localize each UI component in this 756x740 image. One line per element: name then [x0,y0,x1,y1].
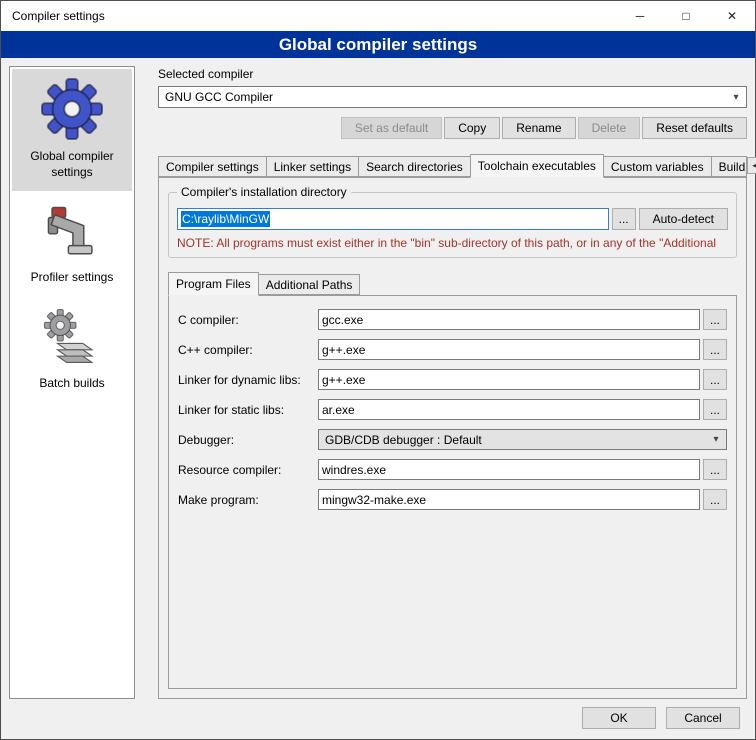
banner-title: Global compiler settings [279,35,477,55]
dialog-footer: OK Cancel [1,707,755,739]
installation-directory-row: C:\raylib\MinGW ... Auto-detect [177,208,728,230]
debugger-select-value: GDB/CDB debugger : Default [325,433,708,447]
static-linker-browse-button[interactable]: ... [703,399,727,420]
dynamic-linker-label: Linker for dynamic libs: [178,373,318,387]
form-row: Resource compiler: windres.exe ... [178,459,727,480]
compiler-select[interactable]: GNU GCC Compiler ▾ [158,86,747,108]
installation-directory-group-title: Compiler's installation directory [177,185,351,199]
resource-compiler-browse-button[interactable]: ... [703,459,727,480]
tab-additional-paths[interactable]: Additional Paths [258,274,361,295]
dynamic-linker-value: g++.exe [322,373,365,387]
tab-toolchain-executables[interactable]: Toolchain executables [470,154,604,178]
reset-defaults-button[interactable]: Reset defaults [642,117,747,139]
browse-directory-button[interactable]: ... [612,208,636,230]
form-row: Linker for static libs: ar.exe ... [178,399,727,420]
dynamic-linker-browse-button[interactable]: ... [703,369,727,390]
sidebar-item-profiler-settings[interactable]: Profiler settings [12,194,132,297]
close-button[interactable]: ✕ [709,1,755,31]
compiler-actions: Set as default Copy Rename Delete Reset … [158,117,747,139]
settings-category-list: Global compiler settings Profiler settin… [9,66,135,699]
window-controls: ─ □ ✕ [617,1,755,31]
c-compiler-browse-button[interactable]: ... [703,309,727,330]
arrow-left-icon: ◄ [751,161,756,170]
tab-scroll-left-button[interactable]: ◄ [747,157,756,174]
resource-compiler-label: Resource compiler: [178,463,318,477]
maximize-icon: □ [682,9,689,23]
sidebar-item-global-compiler-settings[interactable]: Global compiler settings [12,69,132,191]
profiler-icon [43,203,101,261]
toolchain-executables-pane: Compiler's installation directory C:\ray… [158,177,747,699]
cpp-compiler-browse-button[interactable]: ... [703,339,727,360]
cpp-compiler-label: C++ compiler: [178,343,318,357]
programs-tabbar: Program Files Additional Paths [168,272,737,295]
tab-custom-variables[interactable]: Custom variables [603,156,712,177]
tab-build-options[interactable]: Build [711,156,747,177]
auto-detect-button[interactable]: Auto-detect [639,208,728,230]
minimize-icon: ─ [636,9,645,23]
c-compiler-input[interactable]: gcc.exe [318,309,700,330]
chevron-down-icon: ▾ [708,434,724,445]
minimize-button[interactable]: ─ [617,1,663,31]
static-linker-label: Linker for static libs: [178,403,318,417]
ok-button[interactable]: OK [582,707,656,729]
chevron-down-icon: ▾ [728,92,744,103]
form-row: Debugger: GDB/CDB debugger : Default ▾ [178,429,727,450]
installation-directory-value: C:\raylib\MinGW [181,211,270,227]
tab-scroll-controls: ◄ ► [747,157,756,174]
make-program-label: Make program: [178,493,318,507]
set-as-default-button[interactable]: Set as default [341,117,442,139]
cancel-button[interactable]: Cancel [666,707,740,729]
program-files-pane: C compiler: gcc.exe ... C++ compiler: g+… [168,295,737,689]
maximize-button[interactable]: □ [663,1,709,31]
static-linker-input[interactable]: ar.exe [318,399,700,420]
installation-note: NOTE: All programs must exist either in … [177,236,728,250]
compiler-settings-dialog: Compiler settings ─ □ ✕ Global compiler … [0,0,756,740]
window-title: Compiler settings [1,9,105,23]
installation-directory-input[interactable]: C:\raylib\MinGW [177,208,609,230]
make-program-browse-button[interactable]: ... [703,489,727,510]
resource-compiler-input[interactable]: windres.exe [318,459,700,480]
selected-compiler-label: Selected compiler [158,67,747,81]
tab-program-files[interactable]: Program Files [168,272,259,296]
batch-builds-icon [43,309,101,367]
delete-button[interactable]: Delete [578,117,641,139]
dynamic-linker-input[interactable]: g++.exe [318,369,700,390]
cpp-compiler-input[interactable]: g++.exe [318,339,700,360]
compiler-select-value: GNU GCC Compiler [165,90,728,104]
make-program-value: mingw32-make.exe [322,493,426,507]
debugger-select[interactable]: GDB/CDB debugger : Default ▾ [318,429,727,450]
form-row: C++ compiler: g++.exe ... [178,339,727,360]
dialog-banner: Global compiler settings [1,31,755,58]
close-icon: ✕ [727,9,737,23]
tab-search-directories[interactable]: Search directories [358,156,471,177]
sidebar-item-label: Global compiler settings [14,149,130,180]
c-compiler-label: C compiler: [178,313,318,327]
make-program-input[interactable]: mingw32-make.exe [318,489,700,510]
form-row: Make program: mingw32-make.exe ... [178,489,727,510]
tab-compiler-settings[interactable]: Compiler settings [158,156,267,177]
form-row: C compiler: gcc.exe ... [178,309,727,330]
rename-button[interactable]: Rename [502,117,575,139]
sidebar-item-batch-builds[interactable]: Batch builds [12,300,132,403]
copy-button[interactable]: Copy [444,117,500,139]
sidebar-item-label: Batch builds [39,376,104,392]
sidebar-item-label: Profiler settings [31,270,114,286]
static-linker-value: ar.exe [322,403,355,417]
settings-tabbar: Compiler settings Linker settings Search… [158,154,747,177]
resource-compiler-value: windres.exe [322,463,386,477]
installation-directory-group: Compiler's installation directory C:\ray… [168,192,737,258]
debugger-label: Debugger: [178,433,318,447]
gear-icon [41,78,103,140]
form-row: Linker for dynamic libs: g++.exe ... [178,369,727,390]
cpp-compiler-value: g++.exe [322,343,365,357]
tab-linker-settings[interactable]: Linker settings [266,156,359,177]
c-compiler-value: gcc.exe [322,313,363,327]
titlebar: Compiler settings ─ □ ✕ [1,1,755,31]
